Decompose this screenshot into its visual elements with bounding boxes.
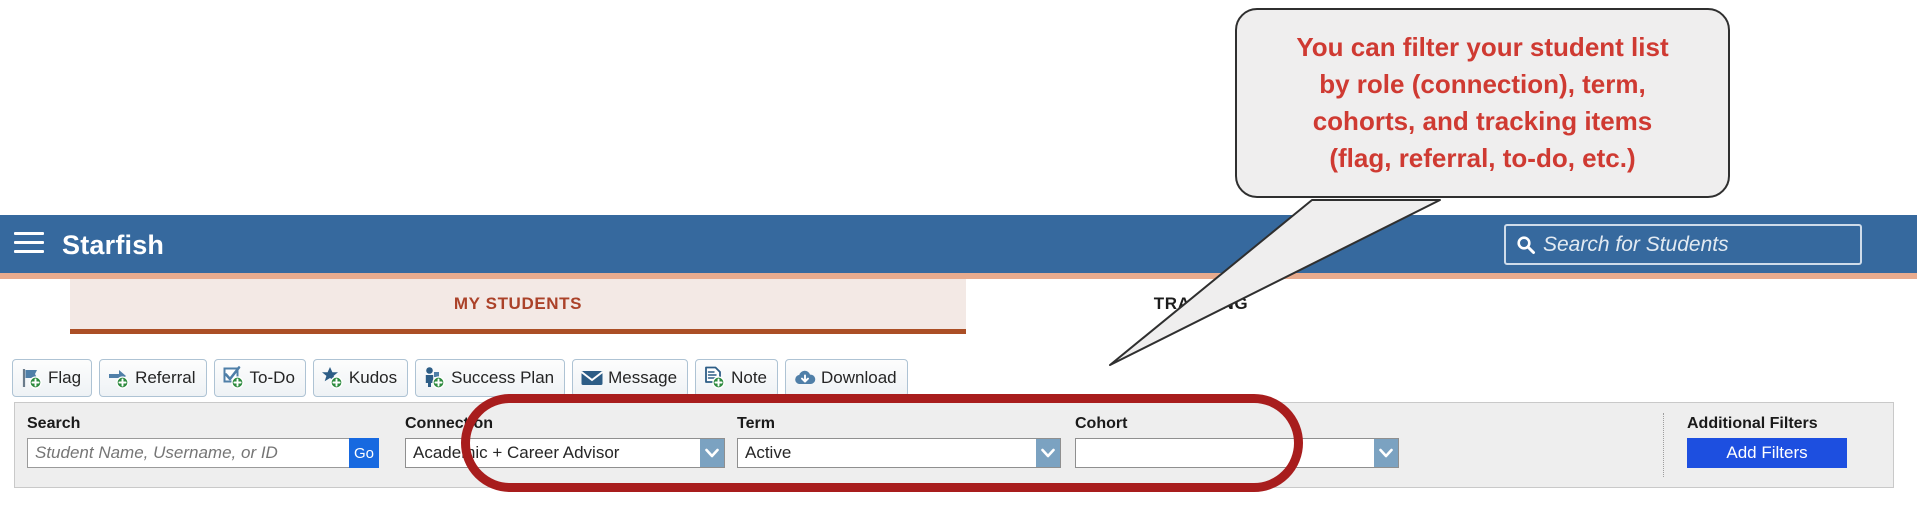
flag-add-icon (22, 369, 42, 389)
additional-filters-group: Additional Filters Add Filters (1687, 415, 1867, 468)
referral-add-icon (109, 370, 129, 389)
connection-select-value: Academic + Career Advisor (413, 443, 620, 462)
note-add-icon (705, 366, 725, 389)
cloud-download-icon (795, 370, 816, 384)
hamburger-menu-icon[interactable] (14, 232, 44, 256)
envelope-icon (581, 371, 604, 385)
download-button-label: Download (821, 368, 897, 387)
annotation-callout-text: You can filter your student list by role… (1296, 32, 1669, 173)
search-input[interactable] (27, 438, 349, 468)
chevron-down-icon[interactable] (1374, 439, 1398, 467)
download-button[interactable]: Download (785, 359, 908, 397)
note-button-label: Note (731, 368, 768, 387)
student-action-toolbar: Flag Referral To-Do Kudos Success Plan M… (12, 358, 908, 398)
chevron-down-icon[interactable] (1036, 439, 1060, 467)
message-button[interactable]: Message (572, 359, 689, 397)
kudos-star-add-icon (321, 367, 343, 389)
connection-select[interactable]: Academic + Career Advisor (405, 438, 725, 468)
search-go-button[interactable]: Go (349, 438, 379, 468)
kudos-button-label: Kudos (348, 368, 398, 387)
kudos-button[interactable]: Kudos (312, 359, 409, 397)
student-search-box[interactable]: Search for Students (1504, 224, 1862, 265)
hamburger-bar (14, 232, 44, 235)
primary-tabs: MY STUDENTS TRACKING (0, 279, 1917, 334)
term-filter-group: Term Active (737, 415, 1061, 468)
tab-my-students-label: MY STUDENTS (453, 294, 583, 313)
todo-add-icon (223, 366, 244, 389)
todo-button[interactable]: To-Do (213, 359, 306, 397)
term-select-value: Active (745, 443, 792, 462)
cohort-filter-label: Cohort (1075, 415, 1128, 432)
message-button-label: Message (608, 368, 678, 387)
cohort-select-value (1076, 439, 1374, 467)
referral-button[interactable]: Referral (99, 359, 207, 397)
search-icon (1516, 235, 1536, 255)
term-filter-label: Term (737, 415, 775, 432)
search-filter-label: Search (27, 415, 81, 432)
student-search-placeholder: Search for Students (1543, 232, 1729, 256)
success-plan-button-label: Success Plan (451, 368, 555, 387)
app-brand-title: Starfish (62, 230, 165, 260)
filter-divider (1663, 413, 1665, 477)
annotation-callout: You can filter your student list by role… (1235, 8, 1730, 198)
search-filter-group: Search Go (27, 415, 381, 468)
app-header-underline (0, 273, 1917, 279)
flag-button-label: Flag (48, 368, 82, 387)
success-plan-add-icon (425, 367, 445, 389)
cohort-select[interactable] (1075, 438, 1399, 468)
hamburger-bar (14, 241, 44, 244)
filter-panel: Search Go Connection Academic + Career A… (14, 402, 1894, 488)
flag-button[interactable]: Flag (12, 359, 93, 397)
tab-my-students[interactable]: MY STUDENTS (70, 279, 966, 334)
note-button[interactable]: Note (695, 359, 779, 397)
term-select[interactable]: Active (737, 438, 1061, 468)
connection-filter-group: Connection Academic + Career Advisor (405, 415, 725, 468)
todo-button-label: To-Do (249, 368, 295, 387)
connection-filter-label: Connection (405, 415, 493, 432)
cohort-filter-group: Cohort (1075, 415, 1399, 468)
chevron-down-icon[interactable] (700, 439, 724, 467)
tab-tracking[interactable]: TRACKING (966, 279, 1436, 329)
search-input-group: Go (27, 438, 381, 468)
tab-tracking-label: TRACKING (1153, 294, 1249, 313)
additional-filters-label: Additional Filters (1687, 415, 1818, 432)
success-plan-button[interactable]: Success Plan (415, 359, 566, 397)
hamburger-bar (14, 250, 44, 253)
referral-button-label: Referral (135, 368, 196, 387)
add-filters-button[interactable]: Add Filters (1687, 438, 1847, 468)
